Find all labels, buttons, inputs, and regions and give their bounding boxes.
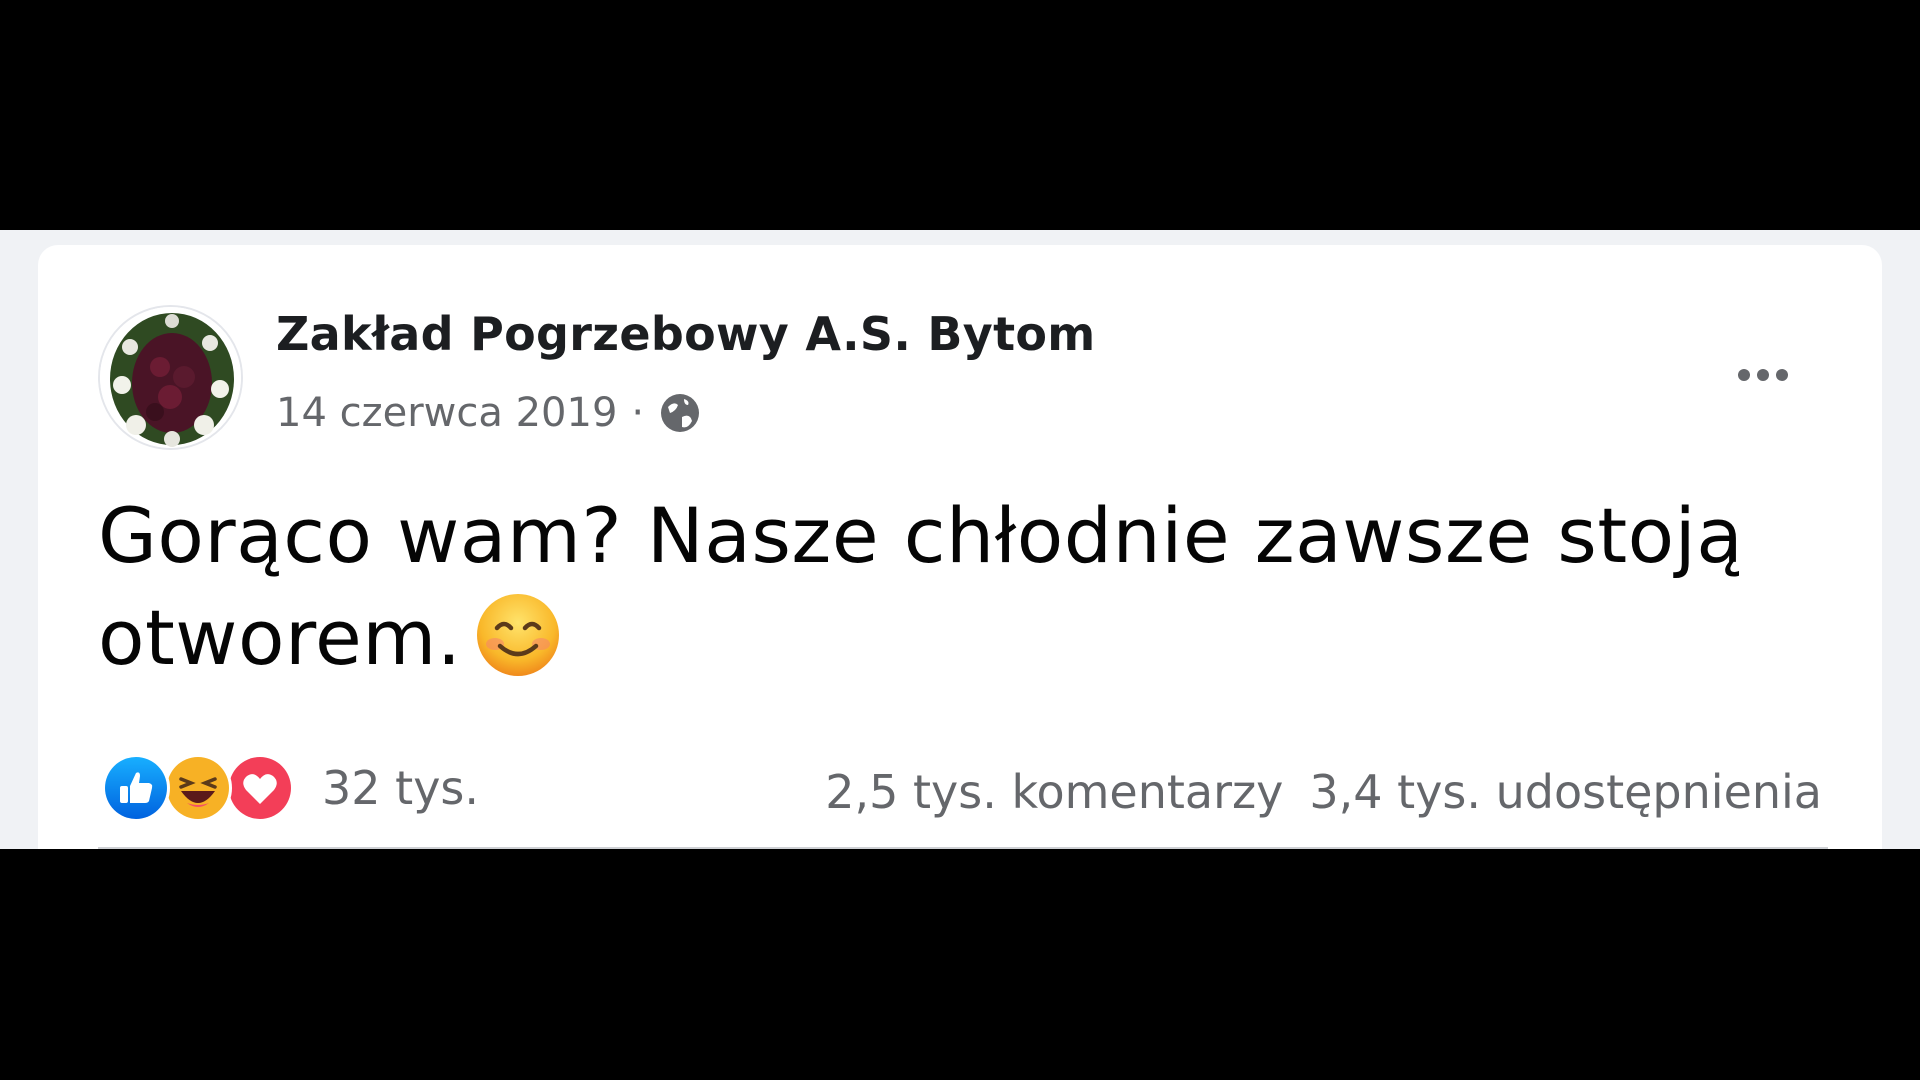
post-date-link[interactable]: 14 czerwca 2019: [276, 390, 617, 436]
reaction-count[interactable]: 32 tys.: [322, 761, 479, 815]
comments-count-link[interactable]: 2,5 tys. komentarzy: [825, 765, 1283, 819]
letterbox-top: [0, 0, 1920, 230]
feed-background: Zakład Pogrzebowy A.S. Bytom 14 czerwca …: [0, 230, 1920, 849]
more-options-icon[interactable]: [1718, 345, 1808, 405]
meta-separator: ·: [631, 390, 645, 436]
page-name-link[interactable]: Zakład Pogrzebowy A.S. Bytom: [276, 307, 1096, 361]
post-body: Gorąco wam? Nasze chłodnie zawsze stoją …: [98, 485, 1818, 689]
love-icon: [226, 754, 294, 822]
reactions-summary[interactable]: 32 tys.: [102, 753, 479, 823]
globe-icon: [658, 391, 702, 435]
more-dot: [1776, 369, 1788, 381]
haha-icon: [164, 754, 232, 822]
more-dot: [1757, 369, 1769, 381]
like-icon: [102, 754, 170, 822]
shares-count-link[interactable]: 3,4 tys. udostępnienia: [1309, 765, 1822, 819]
post-text: Gorąco wam? Nasze chłodnie zawsze stoją …: [98, 491, 1744, 682]
more-dot: [1738, 369, 1750, 381]
post-card: Zakład Pogrzebowy A.S. Bytom 14 czerwca …: [38, 245, 1882, 849]
letterbox-bottom: [0, 849, 1920, 1080]
post-stats: 2,5 tys. komentarzy 3,4 tys. udostępnien…: [825, 757, 1822, 827]
post-meta: 14 czerwca 2019 ·: [276, 385, 702, 441]
smiling-face-icon: [475, 592, 561, 678]
page-avatar[interactable]: [98, 305, 243, 450]
